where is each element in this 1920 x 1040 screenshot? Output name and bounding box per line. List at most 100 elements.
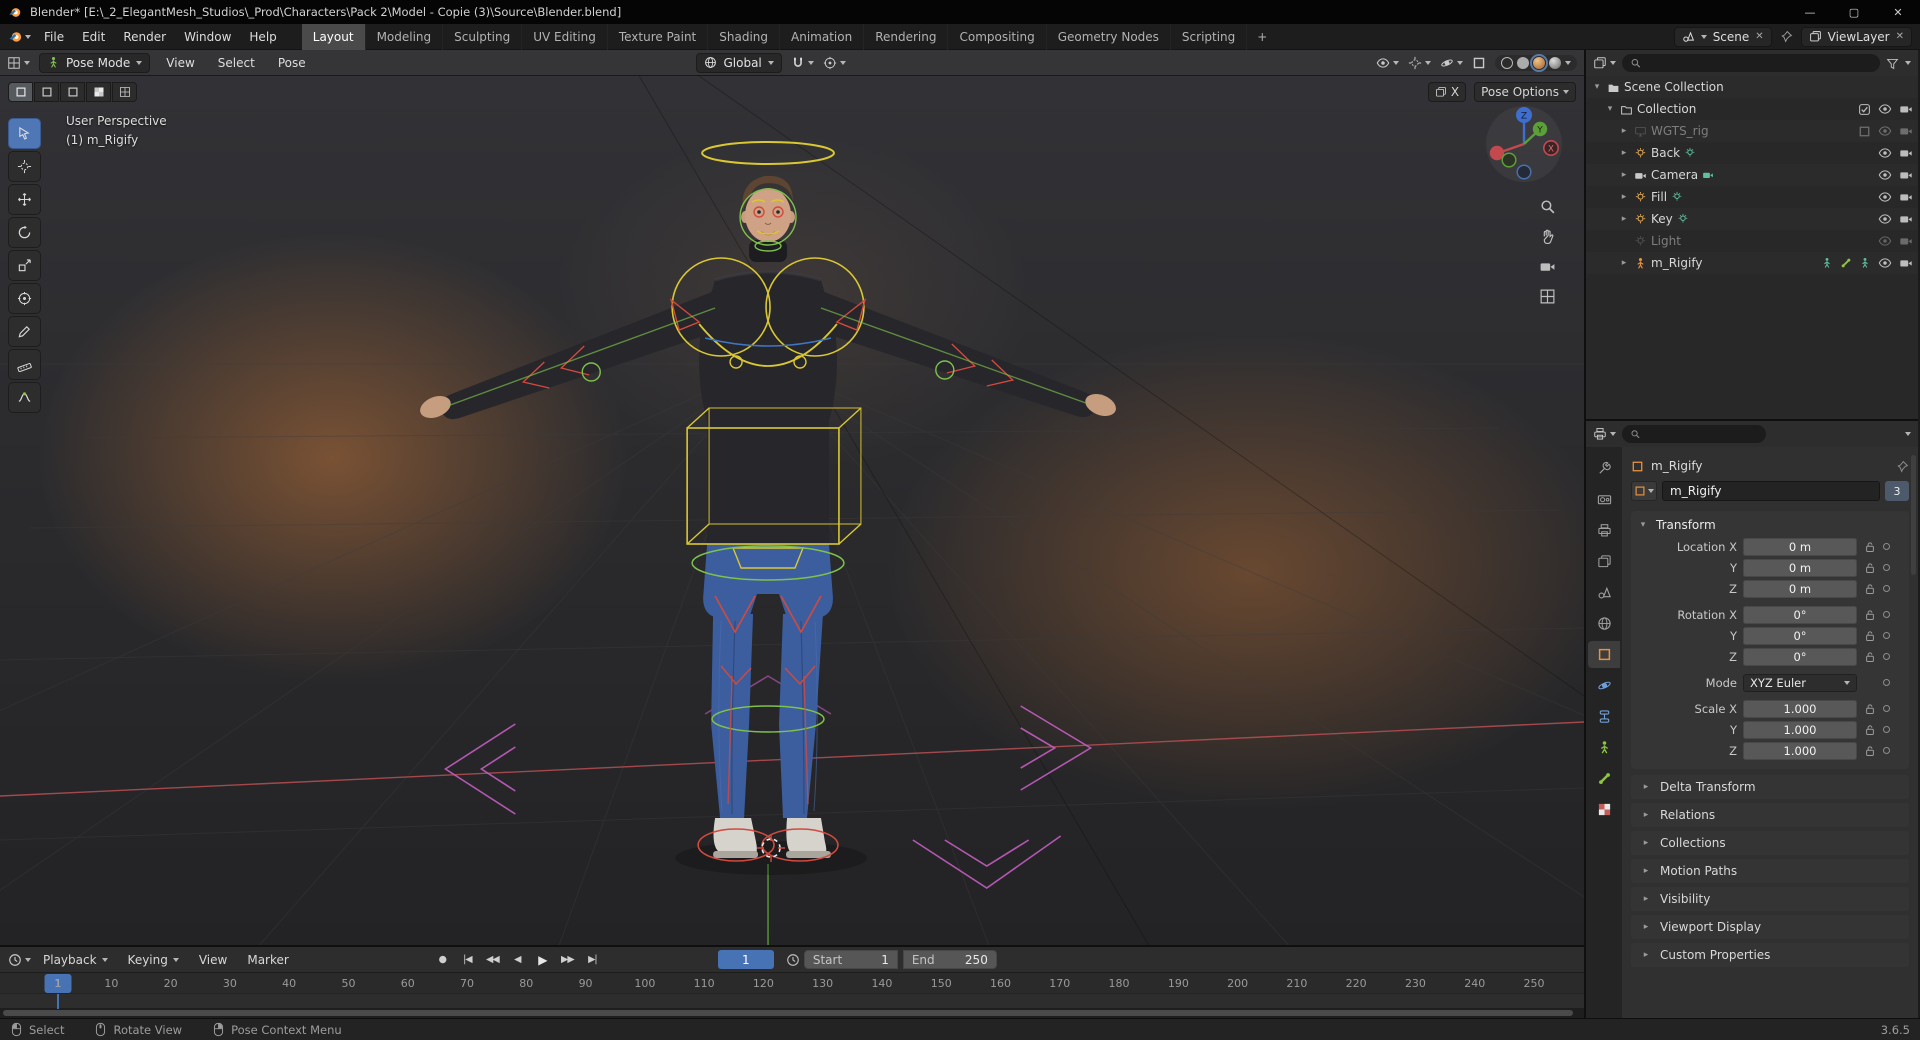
location-y-field[interactable]: 0 m xyxy=(1743,558,1857,577)
tab-bone[interactable] xyxy=(1588,765,1620,792)
section-custom-properties[interactable]: Custom Properties xyxy=(1631,943,1909,967)
location-z-field[interactable]: 0 m xyxy=(1743,579,1857,598)
lock-icon[interactable] xyxy=(1864,724,1876,736)
jump-to-start-button[interactable]: |◀ xyxy=(455,949,479,970)
menu-edit[interactable]: Edit xyxy=(73,26,114,48)
move-tool[interactable] xyxy=(8,184,41,215)
editor-type-selector[interactable] xyxy=(7,56,30,70)
timeline-editor-selector[interactable] xyxy=(8,953,31,967)
outliner-row-m-rigify[interactable]: m_Rigify xyxy=(1586,252,1918,274)
section-collections[interactable]: Collections xyxy=(1631,831,1909,855)
cursor-tool[interactable] xyxy=(8,151,41,182)
gizmos-dropdown[interactable] xyxy=(1408,56,1431,70)
rotation-mode-dropdown[interactable]: XYZ Euler xyxy=(1743,673,1857,692)
outliner-row-collection[interactable]: Collection xyxy=(1586,98,1918,120)
animate-dot[interactable] xyxy=(1883,653,1890,660)
expand-caret[interactable] xyxy=(1618,192,1630,202)
animate-dot[interactable] xyxy=(1883,611,1890,618)
scene-selector[interactable]: Scene ✕ xyxy=(1673,26,1772,47)
outliner-search-input[interactable] xyxy=(1647,56,1872,70)
annotate-tool[interactable] xyxy=(8,316,41,347)
location-x-field[interactable]: 0 m xyxy=(1743,537,1857,556)
outliner-row-key[interactable]: Key xyxy=(1586,208,1918,230)
transform-orientation-selector[interactable]: Global xyxy=(696,52,782,73)
record-button[interactable]: ● xyxy=(430,949,454,970)
select-mode-extend[interactable] xyxy=(34,82,59,102)
properties-search-input[interactable] xyxy=(1646,427,1758,441)
expand-caret[interactable] xyxy=(1618,170,1630,180)
properties-search[interactable] xyxy=(1622,425,1766,443)
hide-eye-icon[interactable] xyxy=(1878,212,1892,226)
orthographic-toggle-icon[interactable] xyxy=(1539,288,1556,305)
timeline-scrollbar[interactable] xyxy=(0,1008,1584,1018)
scale-y-field[interactable]: 1.000 xyxy=(1743,720,1857,739)
viewport-menu-view[interactable]: View xyxy=(159,53,201,73)
workspace-tab-layout[interactable]: Layout xyxy=(301,23,366,50)
workspace-tab-animation[interactable]: Animation xyxy=(780,23,865,50)
timeline-track[interactable] xyxy=(0,993,1584,1010)
section-visibility[interactable]: Visibility xyxy=(1631,887,1909,911)
workspace-tab-shading[interactable]: Shading xyxy=(708,23,780,50)
workspace-tab-rendering[interactable]: Rendering xyxy=(864,23,949,50)
checkbox-icon[interactable] xyxy=(1858,103,1871,116)
disable-render-camera-icon[interactable] xyxy=(1899,256,1913,270)
rendered-shading-button[interactable] xyxy=(1549,56,1561,69)
expand-caret[interactable] xyxy=(1618,214,1630,224)
measure-tool[interactable] xyxy=(8,349,41,380)
tab-texture[interactable] xyxy=(1588,796,1620,823)
scale-tool[interactable] xyxy=(8,250,41,281)
mode-selector[interactable]: Pose Mode xyxy=(39,52,151,73)
timeline-ruler[interactable]: 1 1 10 20 30 40 50 60 70 80 90 100 110 120 130 140 150 1… xyxy=(0,972,1584,994)
section-delta-transform[interactable]: Delta Transform xyxy=(1631,775,1909,799)
scrollbar-handle[interactable] xyxy=(3,1010,1574,1016)
overlays-dropdown[interactable] xyxy=(1440,56,1463,70)
expand-caret[interactable] xyxy=(1618,126,1630,136)
object-name-field[interactable]: m_Rigify xyxy=(1662,481,1880,501)
snapping-toggle[interactable] xyxy=(791,56,814,70)
viewport-canvas[interactable] xyxy=(0,76,1584,945)
tab-render[interactable] xyxy=(1588,486,1620,513)
camera-view-icon[interactable] xyxy=(1539,258,1556,275)
material-preview-shading-button[interactable] xyxy=(1530,53,1548,72)
lock-icon[interactable] xyxy=(1864,703,1876,715)
menu-render[interactable]: Render xyxy=(114,26,175,48)
viewport-3d[interactable]: X Pose Options User Perspective (1) m_Ri… xyxy=(0,76,1584,945)
workspace-tab-texture-paint[interactable]: Texture Paint xyxy=(608,23,709,50)
users-count-button[interactable]: 3 xyxy=(1885,481,1909,501)
hide-eye-icon[interactable] xyxy=(1878,124,1892,138)
minimize-button[interactable]: — xyxy=(1788,0,1832,24)
tab-object-data[interactable] xyxy=(1588,734,1620,761)
lock-icon[interactable] xyxy=(1864,745,1876,757)
disable-render-camera-icon[interactable] xyxy=(1899,212,1913,226)
maximize-button[interactable]: ▢ xyxy=(1832,0,1876,24)
lock-icon[interactable] xyxy=(1864,583,1876,595)
jump-to-end-button[interactable]: ▶| xyxy=(580,949,604,970)
hidden-eye-icon[interactable] xyxy=(1878,234,1892,248)
outliner-row-scene-collection[interactable]: Scene Collection xyxy=(1586,76,1918,98)
pin-icon[interactable] xyxy=(1780,30,1793,43)
rotation-x-field[interactable]: 0° xyxy=(1743,605,1857,624)
mirror-x-toggle[interactable]: X xyxy=(1427,82,1467,102)
view-layer-selector[interactable]: ViewLayer ✕ xyxy=(1800,26,1912,47)
lock-icon[interactable] xyxy=(1864,541,1876,553)
timeline-menu-view[interactable]: View xyxy=(191,950,235,970)
select-mode-subtract[interactable] xyxy=(60,82,85,102)
workspace-tab-sculpting[interactable]: Sculpting xyxy=(443,23,523,50)
tweak-tool[interactable] xyxy=(8,118,41,149)
pin-icon[interactable] xyxy=(1896,460,1909,473)
expand-caret[interactable] xyxy=(1618,258,1630,268)
browse-object-button[interactable] xyxy=(1631,481,1657,501)
frame-start-field[interactable]: Start 1 xyxy=(803,950,898,970)
lock-icon[interactable] xyxy=(1864,562,1876,574)
tab-view-layer[interactable] xyxy=(1588,548,1620,575)
transform-tool[interactable] xyxy=(8,283,41,314)
timeline-menu-playback[interactable]: Playback xyxy=(35,950,116,970)
menu-file[interactable]: File xyxy=(35,26,73,48)
workspace-tab-compositing[interactable]: Compositing xyxy=(948,23,1047,50)
tab-output[interactable] xyxy=(1588,517,1620,544)
hide-eye-icon[interactable] xyxy=(1878,102,1892,116)
tab-constraints[interactable] xyxy=(1588,703,1620,730)
section-relations[interactable]: Relations xyxy=(1631,803,1909,827)
lock-icon[interactable] xyxy=(1864,609,1876,621)
remove-view-layer-button[interactable]: ✕ xyxy=(1896,31,1904,42)
